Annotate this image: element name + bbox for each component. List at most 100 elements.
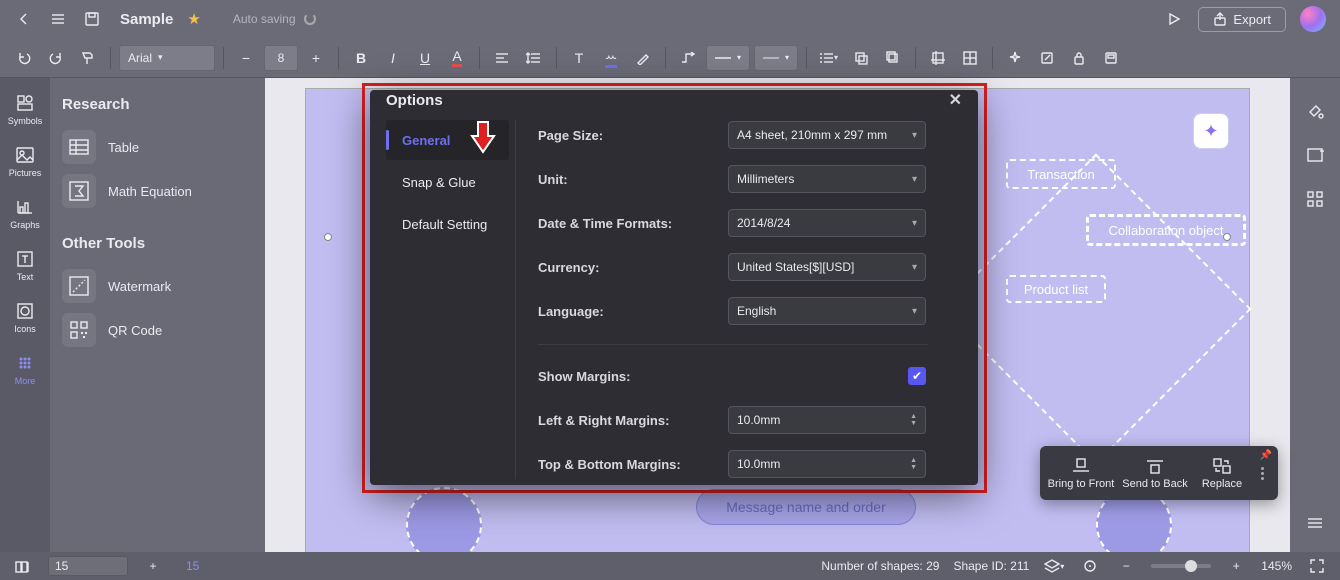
options-title: Options [386,92,443,109]
panel-item-watermark[interactable]: Watermark [62,264,253,308]
handle-left[interactable] [324,233,332,241]
qr-icon [62,313,96,347]
annotation-arrow [470,120,496,154]
options-dialog: Options ✕ General Snap & Glue Default Se… [370,90,978,485]
underline-button[interactable]: U [411,44,439,72]
rail-symbols[interactable]: Symbols [4,92,46,126]
ai-sparkle-button[interactable]: ✦ [1193,113,1229,149]
font-size-increase[interactable]: + [302,44,330,72]
font-color-button[interactable]: A [443,44,471,72]
status-bar: 15 + 15 Number of shapes: 29 Shape ID: 2… [0,552,1340,580]
redo-button[interactable] [42,44,70,72]
floating-toolbar: 📌 Bring to Front Send to Back Replace [1040,446,1278,500]
tab-default-setting[interactable]: Default Setting [386,204,509,244]
favorite-icon[interactable]: ★ [187,10,200,28]
pages-button[interactable] [12,555,34,577]
rail-icons[interactable]: Icons [4,300,46,334]
user-avatar[interactable] [1300,6,1326,32]
bold-button[interactable]: B [347,44,375,72]
panel-item-qr[interactable]: QR Code [62,308,253,352]
side-panel: Research Table Math Equation Other Tools… [50,78,265,552]
back-button[interactable] [14,9,34,29]
highlight-button[interactable]: ꕀ [597,44,625,72]
panel-group-other: Other Tools [62,235,253,252]
label-page-size: Page Size: [538,128,728,143]
handle-right[interactable] [1223,233,1231,241]
math-icon [62,174,96,208]
select-unit[interactable]: Millimeters▾ [728,165,926,193]
replace-button[interactable]: Replace [1192,457,1252,490]
add-page-button[interactable]: + [142,555,164,577]
shapes-count: Number of shapes: 29 [821,559,939,573]
lines-tool[interactable] [1304,512,1326,534]
zoom-out-button[interactable]: − [1115,555,1137,577]
undo-button[interactable] [10,44,38,72]
table-button[interactable] [956,44,984,72]
italic-button[interactable]: I [379,44,407,72]
crop-button[interactable] [924,44,952,72]
rail-more[interactable]: More [4,352,46,386]
panel-item-table[interactable]: Table [62,125,253,169]
rail-graphs[interactable]: Graphs [4,196,46,230]
page-select[interactable]: 15 [48,556,128,576]
select-date-format[interactable]: 2014/8/24▾ [728,209,926,237]
layers-status-button[interactable]: ▾ [1043,555,1065,577]
panel-item-math[interactable]: Math Equation [62,169,253,213]
connector-button[interactable] [674,44,702,72]
list-button[interactable]: ▾ [815,44,843,72]
font-size-input[interactable]: 8 [264,45,298,71]
export-button[interactable]: Export [1198,7,1286,32]
layer-button[interactable] [879,44,907,72]
rail-pictures[interactable]: Pictures [4,144,46,178]
select-language[interactable]: English▾ [728,297,926,325]
fill-tool[interactable] [1304,100,1326,122]
zoom-in-button[interactable]: + [1225,555,1247,577]
symbols-icon [16,94,34,112]
diagram-node-transaction[interactable]: Transaction [1006,159,1116,189]
checkbox-show-margins[interactable]: ✔ [908,367,926,385]
line-spacing-button[interactable] [520,44,548,72]
formatting-toolbar: Arial▾ − 8 + B I U A T ꕀ ▾ ▾ ▾ [0,38,1340,78]
diagram-node-product[interactable]: Product list [1006,275,1106,303]
play-button[interactable] [1164,9,1184,29]
label-unit: Unit: [538,172,728,187]
rail-text[interactable]: Text [4,248,46,282]
save-icon[interactable] [82,9,102,29]
outline-tool[interactable] [1304,144,1326,166]
page-index: 15 [186,559,199,573]
zoom-slider[interactable] [1151,564,1211,568]
diagram-node-collab[interactable]: Collaboration object [1086,214,1246,246]
diagram-circle-left[interactable] [406,487,482,552]
font-family-select[interactable]: Arial▾ [119,45,215,71]
close-button[interactable]: ✕ [949,90,962,110]
bring-to-front-button[interactable]: Bring to Front [1044,457,1118,490]
magic-button[interactable] [1001,44,1029,72]
tab-snap-glue[interactable]: Snap & Glue [386,162,509,202]
label-date: Date & Time Formats: [538,216,728,231]
text-tool-button[interactable]: T [565,44,593,72]
font-size-decrease[interactable]: − [232,44,260,72]
menu-button[interactable] [48,9,68,29]
tag-button[interactable] [1097,44,1125,72]
label-show-margins: Show Margins: [538,369,728,384]
edit-button[interactable] [1033,44,1061,72]
align-button[interactable] [488,44,516,72]
format-painter-button[interactable] [74,44,102,72]
send-to-back-button[interactable]: Send to Back [1118,457,1192,490]
select-page-size[interactable]: A4 sheet, 210mm x 297 mm▾ [728,121,926,149]
grid-tool[interactable] [1304,188,1326,210]
line-style-select[interactable]: ▾ [706,45,750,71]
fit-button[interactable] [1306,555,1328,577]
options-tabs: General Snap & Glue Default Setting [386,120,516,479]
input-lr-margins[interactable]: 10.0mm▲▼ [728,406,926,434]
diagram-diamond[interactable] [940,153,1251,464]
lock-button[interactable] [1065,44,1093,72]
input-tb-margins[interactable]: 10.0mm▲▼ [728,450,926,478]
focus-button[interactable] [1079,555,1101,577]
pen-button[interactable] [629,44,657,72]
shadow-button[interactable] [847,44,875,72]
more-actions[interactable] [1254,467,1270,480]
arrow-style-select[interactable]: ▾ [754,45,798,71]
select-currency[interactable]: United States[$][USD]▾ [728,253,926,281]
pin-icon[interactable]: 📌 [1260,450,1272,461]
